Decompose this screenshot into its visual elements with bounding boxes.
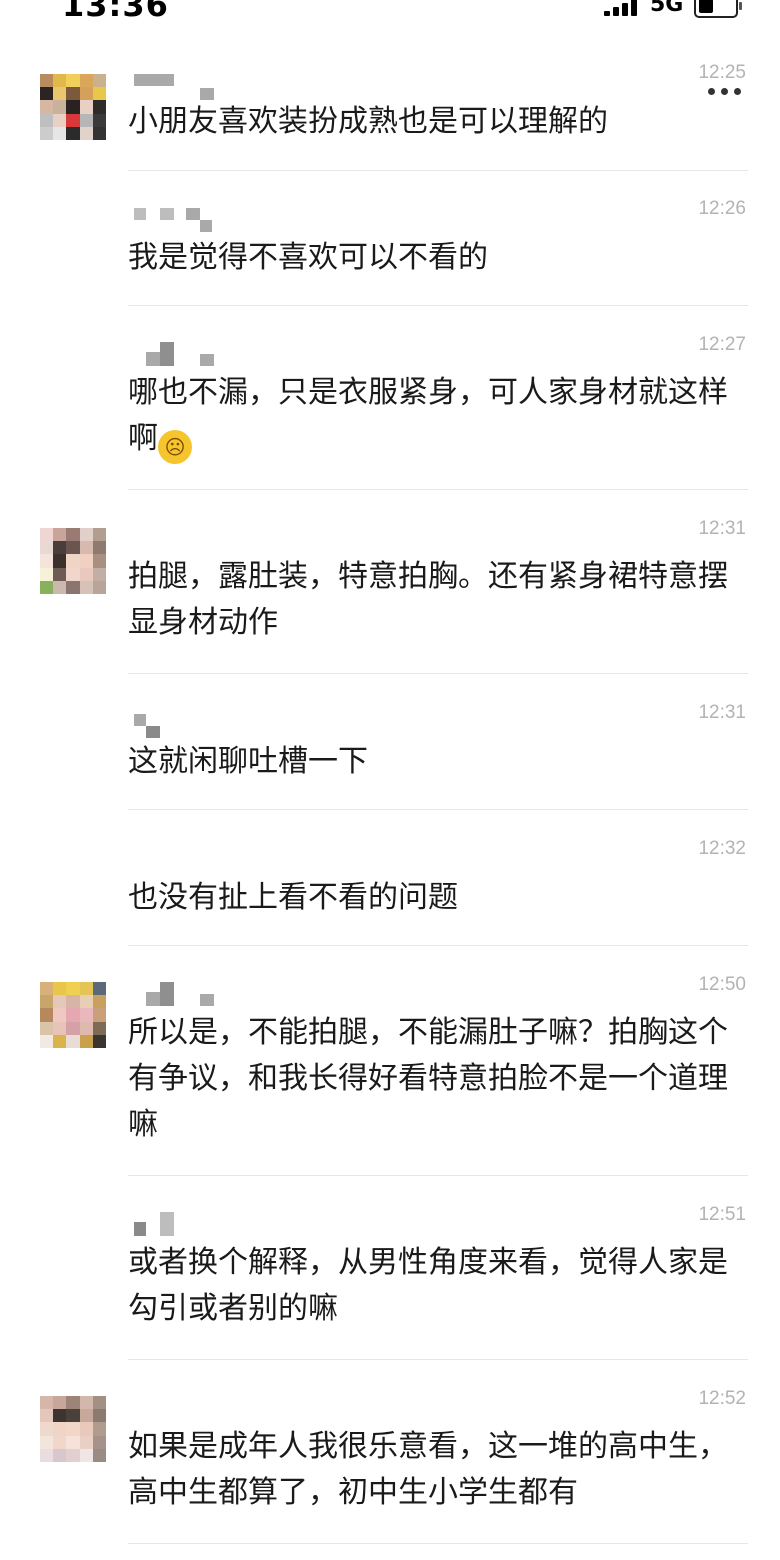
comment-time: 12:32 — [698, 838, 746, 859]
divider — [128, 1175, 748, 1176]
username-pixelated[interactable] — [128, 982, 248, 1006]
comment-time: 12:25 — [698, 62, 746, 83]
avatar[interactable] — [40, 74, 106, 140]
comment-time: 12:50 — [698, 974, 746, 995]
divider — [128, 1543, 748, 1544]
divider — [128, 305, 748, 306]
username-pixelated[interactable] — [128, 74, 248, 100]
signal-icon — [604, 0, 640, 16]
comment-time: 12:52 — [698, 1388, 746, 1409]
comment-text: 哪也不漏，只是衣服紧身，可人家身材就这样啊 ☹ — [128, 370, 728, 464]
username-pixelated[interactable] — [128, 342, 248, 366]
divider — [128, 673, 748, 674]
avatar[interactable] — [40, 982, 106, 1048]
comment-text-content: 哪也不漏，只是衣服紧身，可人家身材就这样啊 — [128, 375, 728, 456]
divider — [128, 1359, 748, 1360]
comment-time: 12:26 — [698, 198, 746, 219]
comment-text: 小朋友喜欢装扮成熟也是可以理解的 — [128, 104, 608, 139]
status-bar: 13:36 5G — [0, 0, 780, 24]
divider — [128, 809, 748, 810]
divider — [128, 170, 748, 171]
comment-time: 12:27 — [698, 334, 746, 355]
comment-text: 这就闲聊吐槽一下 — [128, 744, 368, 779]
comment-text: 所以是，不能拍腿，不能漏肚子嘛？拍胸这个有争议，和我长得好看特意拍脸不是一个道理… — [128, 1015, 728, 1142]
comment-text: 如果是成年人我很乐意看，这一堆的高中生，高中生都算了，初中生小学生都有 — [128, 1429, 728, 1510]
divider — [128, 489, 748, 490]
comment-text: 拍腿，露肚装，特意拍胸。还有紧身裙特意摆显身材动作 — [128, 559, 728, 640]
comment-text: 我是觉得不喜欢可以不看的 — [128, 240, 488, 275]
username-pixelated[interactable] — [128, 1212, 248, 1236]
comment-text: 也没有扯上看不看的问题 — [128, 880, 458, 915]
username-pixelated[interactable] — [128, 714, 248, 738]
avatar[interactable] — [40, 1396, 106, 1462]
crying-face-emoji-icon: ☹ — [158, 430, 192, 464]
battery-icon — [694, 0, 742, 18]
status-time: 13:36 — [62, 0, 169, 24]
network-label: 5G — [650, 0, 684, 17]
comment-time: 12:31 — [698, 518, 746, 539]
comment-text: 或者换个解释，从男性角度来看，觉得人家是勾引或者别的嘛 — [128, 1245, 728, 1326]
divider — [128, 945, 748, 946]
comment-time: 12:31 — [698, 702, 746, 723]
comment-time: 12:51 — [698, 1204, 746, 1225]
username-pixelated[interactable] — [128, 208, 248, 232]
avatar[interactable] — [40, 528, 106, 594]
